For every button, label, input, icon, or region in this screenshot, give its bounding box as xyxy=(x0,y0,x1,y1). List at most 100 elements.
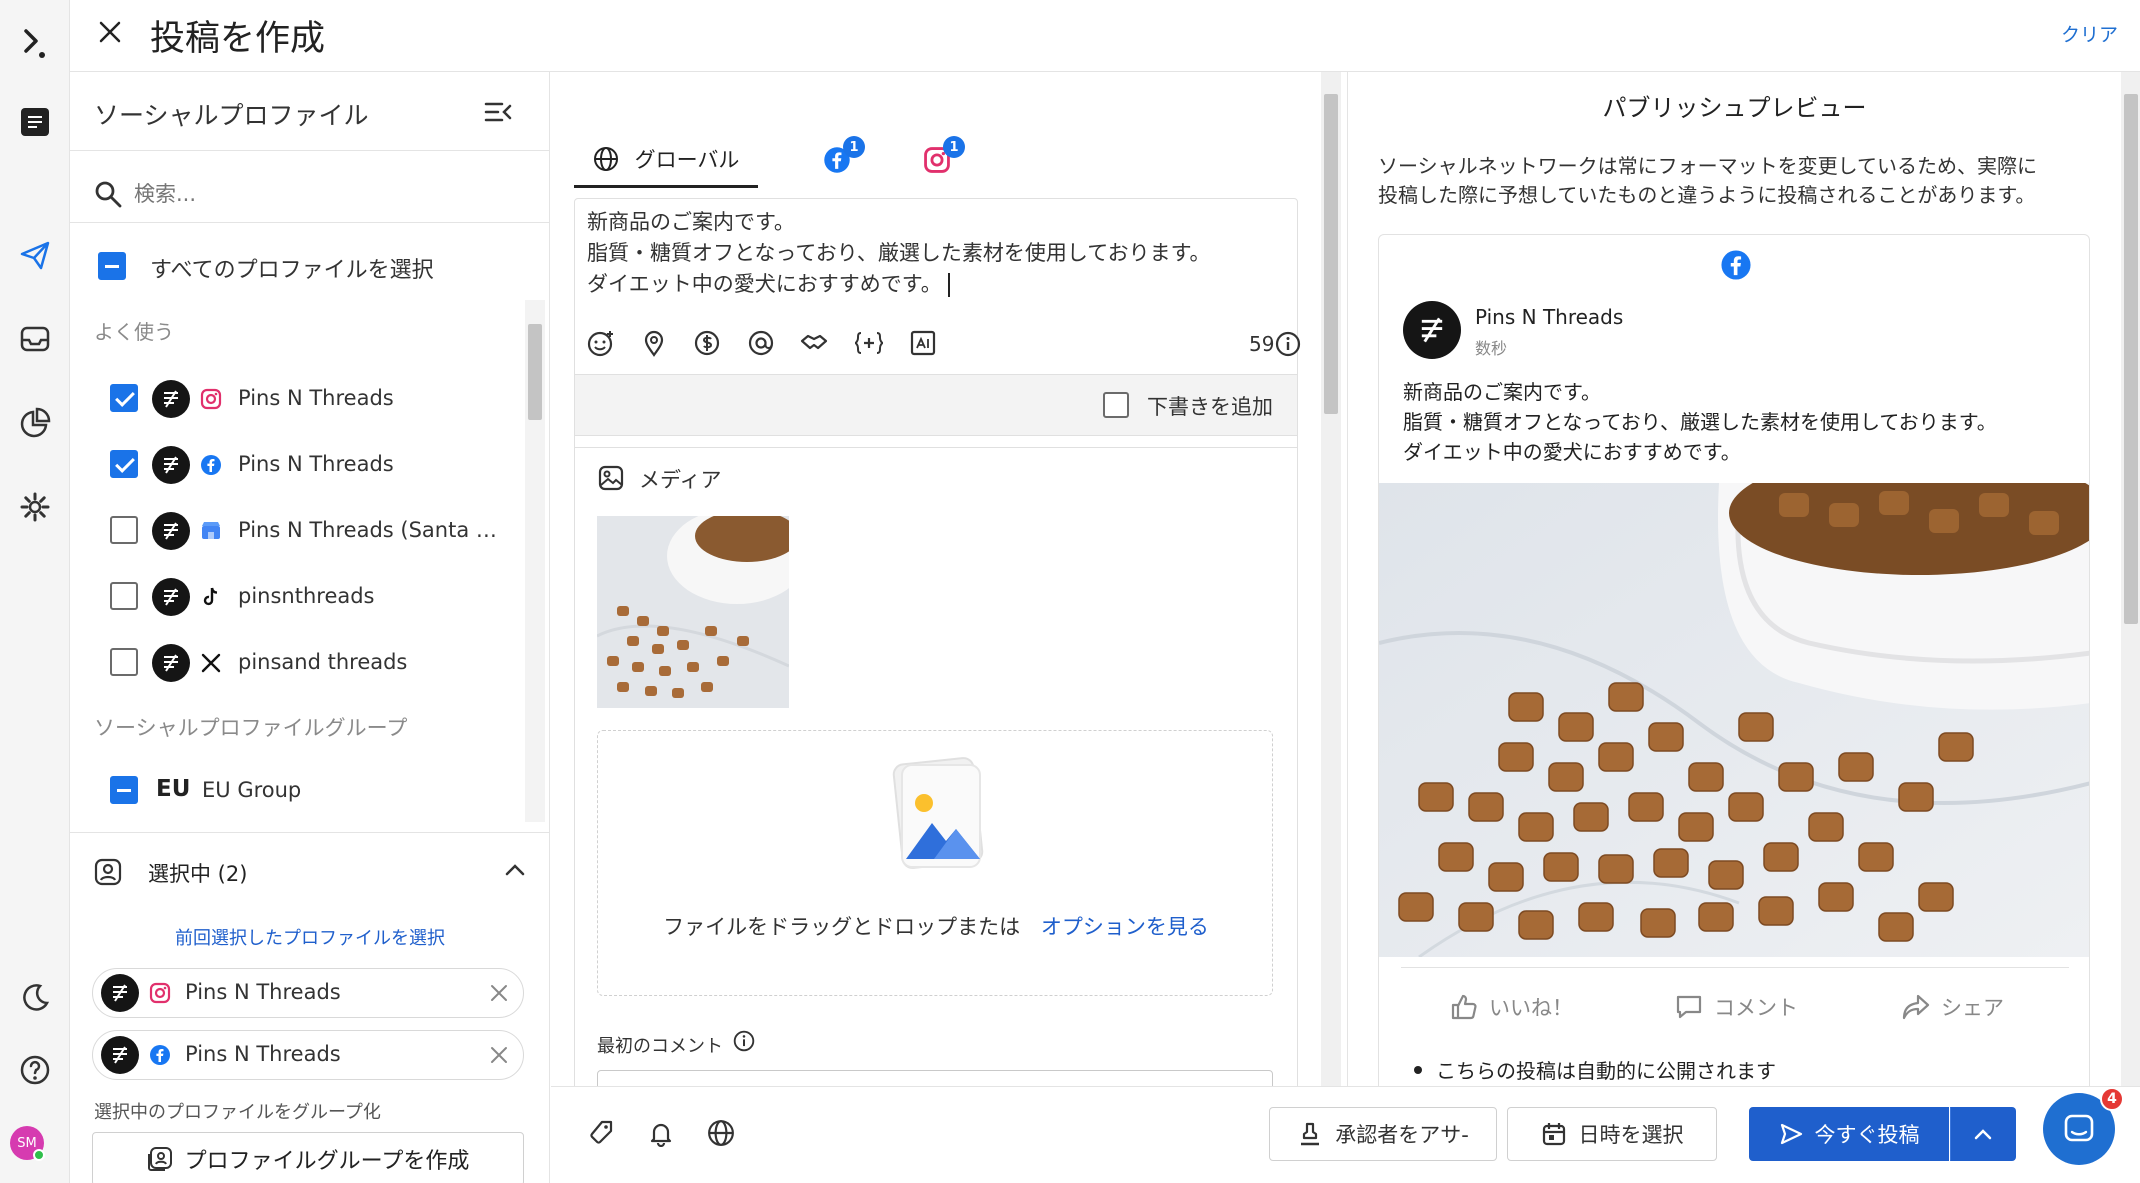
profile-row[interactable]: Pins N Threads xyxy=(70,372,530,426)
publish-send-icon[interactable] xyxy=(10,230,60,280)
create-group-button[interactable]: プロファイルグループを作成 xyxy=(92,1132,524,1183)
profile-checkbox[interactable] xyxy=(110,516,138,544)
stamp-icon xyxy=(1301,1122,1320,1146)
close-icon[interactable] xyxy=(96,18,124,46)
group-abbr: EU xyxy=(156,776,191,802)
facebook-icon xyxy=(1720,249,1752,281)
previous-selection-link[interactable]: 前回選択したプロファイルを選択 xyxy=(70,924,550,950)
mention-icon[interactable] xyxy=(747,329,775,357)
profile-row[interactable]: pinsnthreads xyxy=(70,570,530,624)
profile-name: pinsnthreads xyxy=(238,584,375,608)
selected-profiles-icon xyxy=(94,858,122,886)
page-title: 投稿を作成 xyxy=(150,19,326,59)
tab-global[interactable]: グローバル xyxy=(574,132,758,188)
profile-avatar xyxy=(152,578,190,616)
post-options-button[interactable] xyxy=(1950,1107,2016,1161)
view-options-link[interactable]: オプションを見る xyxy=(1041,915,1209,939)
chat-unread-badge: 4 xyxy=(2100,1087,2124,1111)
profile-avatar xyxy=(152,644,190,682)
dollar-icon[interactable] xyxy=(693,329,721,357)
notification-bell-icon[interactable] xyxy=(647,1119,675,1147)
profile-name: Pins N Threads xyxy=(238,452,394,476)
location-pin-icon[interactable] xyxy=(641,329,667,357)
preview-scrollbar[interactable] xyxy=(2121,72,2140,1086)
partnership-handshake-icon[interactable] xyxy=(799,329,829,357)
editor-scrollbar[interactable] xyxy=(1321,72,1341,1086)
info-icon[interactable] xyxy=(1275,331,1301,357)
upload-image-icon xyxy=(884,755,992,871)
drop-text: ファイルをドラッグとドロップまたは xyxy=(663,915,1021,939)
scroll-thumb[interactable] xyxy=(528,324,542,420)
schedule-button[interactable]: 日時を選択 xyxy=(1507,1107,1717,1161)
share-icon xyxy=(1902,994,1930,1020)
profile-checkbox[interactable] xyxy=(110,582,138,610)
scroll-thumb[interactable] xyxy=(2124,94,2138,624)
selected-chip[interactable]: Pins N Threads xyxy=(92,968,524,1018)
collapse-panel-icon[interactable] xyxy=(484,100,512,124)
language-globe-icon[interactable] xyxy=(707,1119,735,1147)
profile-checkbox[interactable] xyxy=(110,450,138,478)
brand-logo-icon[interactable] xyxy=(10,20,60,70)
select-all-checkbox[interactable] xyxy=(98,252,126,280)
group-hint: 選択中のプロファイルをグループ化 xyxy=(94,1102,381,1123)
media-thumbnail[interactable] xyxy=(597,516,789,708)
auto-publish-note: こちらの投稿は自動的に公開されます xyxy=(1436,1059,1776,1083)
profile-name: Pins N Threads (Santa M... xyxy=(238,518,510,542)
preview-text-line: 新商品のご案内です。 xyxy=(1403,380,1601,404)
profile-list-scrollbar[interactable] xyxy=(525,300,545,822)
selected-chip[interactable]: Pins N Threads xyxy=(92,1030,524,1080)
create-group-label: プロファイルグループを作成 xyxy=(184,1149,470,1174)
profile-checkbox[interactable] xyxy=(110,648,138,676)
search-box[interactable] xyxy=(94,170,534,218)
instagram-icon xyxy=(200,388,222,410)
assign-approver-button[interactable]: 承認者をアサ- xyxy=(1269,1107,1497,1161)
footer-bar: 承認者をアサ- 日時を選択 今すぐ投稿 4 xyxy=(551,1086,2140,1183)
clear-button[interactable]: クリア xyxy=(2061,20,2118,47)
send-icon xyxy=(1780,1123,1802,1145)
profile-row[interactable]: Pins N Threads (Santa M... xyxy=(70,504,530,558)
tab-instagram[interactable]: 1 xyxy=(909,132,965,188)
inbox-icon[interactable] xyxy=(10,314,60,364)
remove-chip-icon[interactable] xyxy=(489,983,509,1003)
file-dropzone[interactable]: ファイルをドラッグとドロップまたは オプションを見る xyxy=(597,730,1273,996)
emoji-icon[interactable] xyxy=(587,329,615,357)
remove-chip-icon[interactable] xyxy=(489,1045,509,1065)
facebook-preview-card: Pins N Threads 数秒 新商品のご案内です。 脂質・糖質オフとなって… xyxy=(1378,234,2090,1114)
draft-checkbox[interactable] xyxy=(1103,392,1129,418)
group-row[interactable]: EU EU Group xyxy=(70,764,530,818)
post-text[interactable]: 新商品のご案内です。 脂質・糖質オフとなっており、厳選した素材を使用しております… xyxy=(587,207,1211,300)
tab-facebook[interactable]: 1 xyxy=(809,132,865,188)
analytics-pie-icon[interactable] xyxy=(10,398,60,448)
help-icon[interactable] xyxy=(10,1045,60,1095)
scroll-thumb[interactable] xyxy=(1324,94,1338,414)
image-icon xyxy=(597,464,625,492)
profile-page-icon[interactable] xyxy=(10,97,60,147)
settings-gear-icon[interactable] xyxy=(10,482,60,532)
user-initials: SM xyxy=(17,1135,37,1151)
preview-timestamp: 数秒 xyxy=(1475,339,1508,358)
profile-name: Pins N Threads xyxy=(238,386,394,410)
group-checkbox[interactable] xyxy=(110,776,138,804)
profile-checkbox[interactable] xyxy=(110,384,138,412)
profile-avatar xyxy=(101,974,139,1012)
variables-icon[interactable] xyxy=(853,329,885,357)
tiktok-icon xyxy=(200,586,222,608)
post-now-button[interactable]: 今すぐ投稿 xyxy=(1749,1107,1949,1161)
preview-text-line: ダイエット中の愛犬におすすめです。 xyxy=(1403,440,1741,464)
frequent-label: よく使う xyxy=(94,320,174,344)
dark-mode-moon-icon[interactable] xyxy=(10,973,60,1023)
select-all-label: すべてのプロファイルを選択 xyxy=(150,258,434,283)
profile-name: pinsand threads xyxy=(238,650,408,674)
tag-icon[interactable] xyxy=(587,1119,615,1147)
like-action[interactable]: いいね！ xyxy=(1449,979,1573,1035)
first-comment-info-icon[interactable] xyxy=(733,1030,755,1052)
comment-action[interactable]: コメント xyxy=(1674,979,1798,1035)
share-action[interactable]: シェア xyxy=(1901,979,2004,1035)
search-input[interactable] xyxy=(134,176,514,212)
profile-row[interactable]: Pins N Threads xyxy=(70,438,530,492)
ai-assist-icon[interactable] xyxy=(909,329,937,357)
chevron-up-icon[interactable] xyxy=(504,862,526,878)
profile-row[interactable]: pinsand threads xyxy=(70,636,530,690)
text-cursor xyxy=(947,273,950,297)
facebook-icon xyxy=(200,454,222,476)
